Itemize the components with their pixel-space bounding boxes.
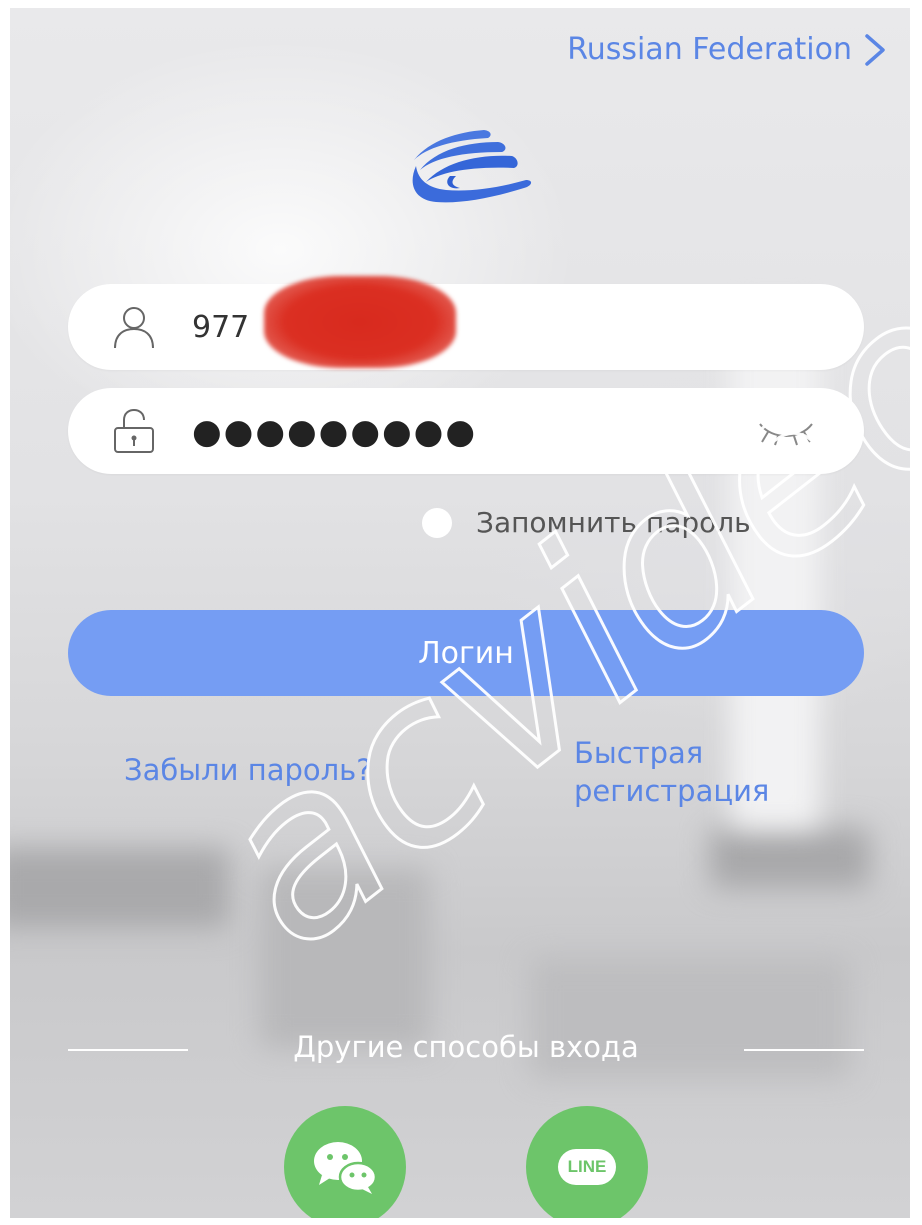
eye-closed-icon[interactable] — [756, 418, 816, 446]
password-input[interactable]: ●●●●●●●●● — [192, 412, 477, 452]
wechat-icon — [314, 1142, 378, 1194]
quick-registration-link[interactable]: Быстрая регистрация — [574, 734, 769, 810]
line-icon: LINE — [557, 1149, 617, 1185]
background-decor — [260, 868, 430, 1048]
region-label: Russian Federation — [567, 32, 852, 67]
app-logo — [412, 130, 532, 203]
login-screen: Russian Federation ●●●●●●●●● — [10, 8, 910, 1218]
line-login-button[interactable]: LINE — [526, 1106, 648, 1218]
lock-icon — [114, 408, 154, 453]
other-login-divider: Другие способы входа — [68, 1030, 864, 1070]
background-decor — [710, 828, 870, 888]
chevron-right-icon — [865, 33, 885, 66]
forgot-password-link[interactable]: Забыли пароль? — [124, 753, 372, 787]
remember-password-label: Запомнить пароль — [476, 506, 751, 539]
user-icon — [114, 307, 154, 349]
quick-registration-line1: Быстрая — [574, 736, 704, 770]
wechat-login-button[interactable] — [284, 1106, 406, 1218]
region-selector[interactable]: Russian Federation — [567, 32, 888, 67]
remember-radio[interactable] — [422, 507, 452, 538]
login-button[interactable]: Логин — [68, 610, 864, 696]
remember-password-toggle[interactable]: Запомнить пароль — [422, 506, 751, 539]
divider-line — [744, 1049, 864, 1051]
username-field[interactable] — [68, 276, 864, 370]
redaction-mark — [264, 276, 456, 368]
quick-registration-line2: регистрация — [574, 774, 770, 808]
password-field[interactable]: ●●●●●●●●● — [68, 388, 864, 474]
background-decor — [10, 848, 230, 928]
other-login-label: Другие способы входа — [293, 1030, 639, 1064]
